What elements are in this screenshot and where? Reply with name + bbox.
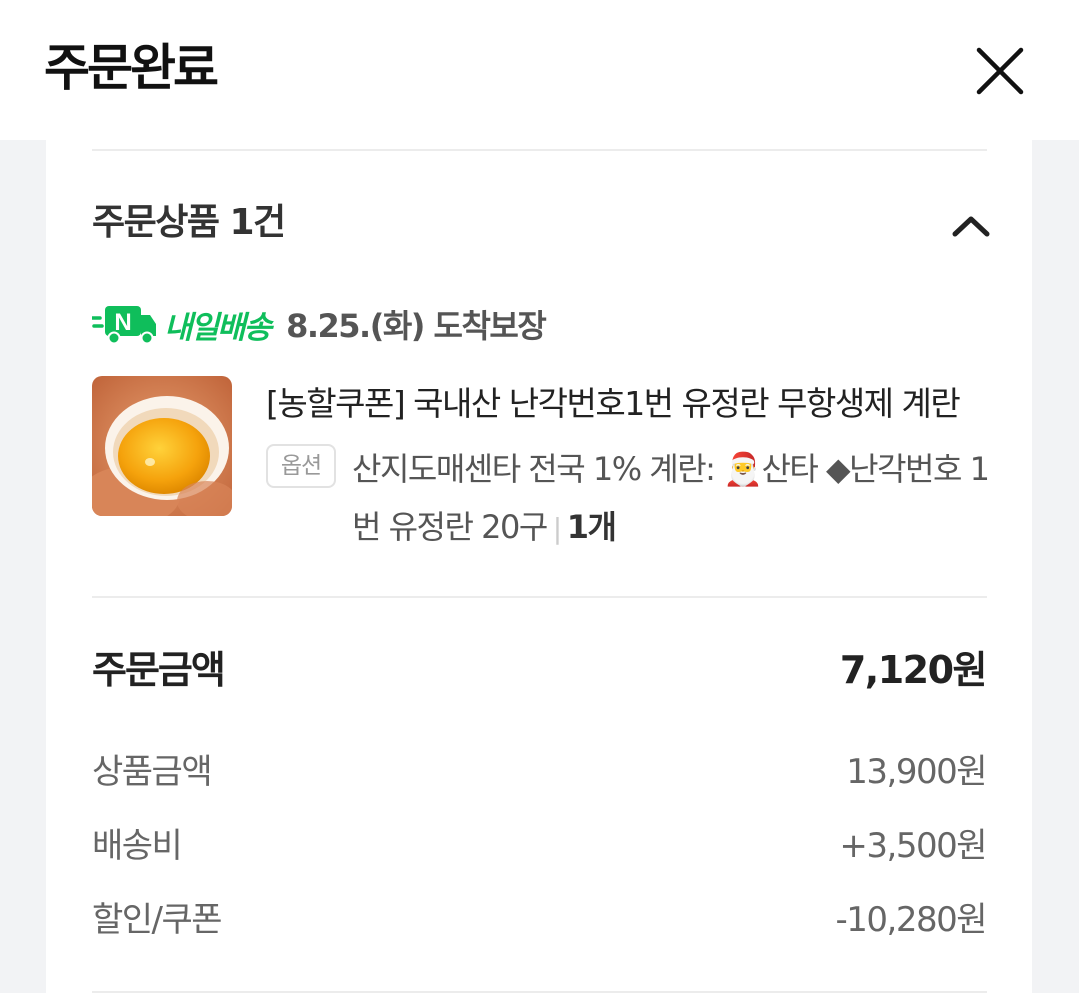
order-items-title: 주문상품 1건	[92, 202, 286, 243]
product-amount-label: 상품금액	[92, 752, 213, 792]
product-thumbnail[interactable]	[92, 376, 232, 516]
delivery-truck-icon: N	[92, 306, 156, 345]
product-amount-value: 13,900원	[846, 752, 987, 792]
separator: |	[552, 512, 562, 545]
divider	[92, 149, 987, 151]
delivery-service-name: 내일배송	[164, 309, 272, 346]
header: 주문완료	[0, 0, 1079, 140]
divider	[92, 596, 987, 598]
close-icon	[976, 47, 1024, 95]
product-name[interactable]: [농할쿠폰] 국내산 난각번호1번 유정란 무항생제 계란	[266, 380, 996, 428]
option-text: 산지도매센타 전국 1% 계란: 🎅산타 ◆난각번호 1번 유정란 20구	[352, 450, 990, 546]
quantity: 1개	[566, 508, 617, 546]
shipping-fee-value: +3,500원	[839, 826, 987, 866]
discount-value: -10,280원	[835, 900, 987, 940]
delivery-badge-letter: N	[114, 309, 131, 336]
order-card: 주문상품 1건 N 내일배송 8.25.(화) 도착보장 [농할쿠폰] 국내산 …	[46, 140, 1032, 993]
discount-label: 할인/쿠폰	[92, 900, 223, 940]
option-badge: 옵션	[266, 444, 336, 488]
arrival-guarantee: 8.25.(화) 도착보장	[286, 307, 547, 345]
order-amount-label: 주문금액	[92, 648, 226, 692]
option-description: 산지도매센타 전국 1% 계란: 🎅산타 ◆난각번호 1번 유정란 20구 | 1개	[352, 440, 992, 558]
collapse-button[interactable]	[946, 208, 996, 244]
delivery-info: N 내일배송 8.25.(화) 도착보장	[92, 300, 547, 348]
order-amount-total: 7,120원	[839, 648, 988, 692]
page-title: 주문완료	[44, 39, 219, 97]
shipping-fee-label: 배송비	[92, 826, 183, 866]
egg-image	[92, 376, 232, 516]
chevron-up-icon	[952, 216, 990, 237]
close-button[interactable]	[970, 44, 1030, 100]
